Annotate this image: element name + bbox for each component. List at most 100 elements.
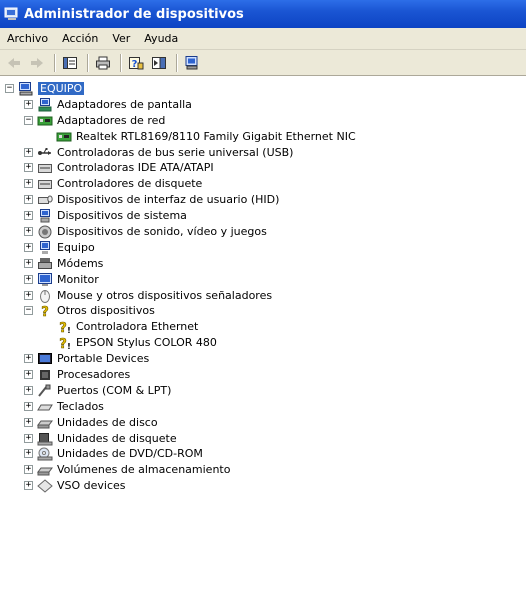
- expand-toggle[interactable]: +: [24, 227, 33, 237]
- tree-item-controladores-de-disquete[interactable]: + Controladores de disquete: [0, 176, 526, 192]
- back-icon: [6, 55, 22, 71]
- expand-toggle[interactable]: +: [24, 417, 33, 427]
- collapse-toggle[interactable]: −: [24, 306, 33, 316]
- tree-item-mouse-y-otros-dispositivos-senaladores[interactable]: + Mouse y otros dispositivos señaladores: [0, 288, 526, 304]
- tree-item-unidades-de-dvd-cd-rom[interactable]: + Unidades de DVD/CD-ROM: [0, 446, 526, 462]
- toolbar-separator: [120, 53, 122, 72]
- tree-item-epson-stylus-color-480[interactable]: ?! EPSON Stylus COLOR 480: [0, 335, 526, 351]
- tree-item-label: EPSON Stylus COLOR 480: [76, 336, 217, 350]
- tree-item-label: Portable Devices: [57, 352, 150, 366]
- cdrom-icon: [37, 447, 53, 461]
- expand-toggle[interactable]: +: [24, 147, 33, 157]
- tree-item-procesadores[interactable]: + Procesadores: [0, 367, 526, 383]
- svg-text:?: ?: [59, 337, 67, 350]
- tree-item-adaptadores-de-red[interactable]: − Adaptadores de red: [0, 113, 526, 129]
- hid-icon: [37, 193, 53, 207]
- warning-unknown-icon: ?!: [56, 320, 72, 334]
- expand-toggle[interactable]: +: [24, 99, 33, 109]
- computer-small-icon: [37, 240, 53, 255]
- device-tree[interactable]: − EQUIPO + Adaptadores de pantalla − Adaptado…: [0, 76, 526, 494]
- svg-text:?: ?: [41, 305, 49, 318]
- expand-toggle[interactable]: +: [24, 211, 33, 221]
- tree-item-controladora-ethernet[interactable]: ?! Controladora Ethernet: [0, 319, 526, 335]
- device-manager-icon: [4, 7, 18, 20]
- menu-ver[interactable]: Ver: [105, 32, 137, 45]
- svg-text:!: !: [67, 342, 71, 350]
- floppy-controller-icon: [37, 177, 53, 191]
- scan-hardware-icon: [184, 55, 200, 71]
- expand-toggle[interactable]: +: [24, 290, 33, 300]
- port-icon: [37, 384, 53, 398]
- tree-item-portable-devices[interactable]: + Portable Devices: [0, 351, 526, 367]
- tree-item-controladoras-de-bus-serie-universal-usb[interactable]: + Controladoras de bus serie universal (U…: [0, 145, 526, 161]
- svg-text:?: ?: [132, 59, 138, 70]
- tree-item-label: Módems: [57, 256, 104, 270]
- tree-item-volumenes-de-almacenamiento[interactable]: + Volúmenes de almacenamiento: [0, 462, 526, 478]
- title-bar[interactable]: Administrador de dispositivos: [0, 0, 526, 28]
- view-icon: [151, 55, 167, 71]
- tree-item-label: Controladora Ethernet: [76, 320, 199, 334]
- view-button[interactable]: [149, 53, 169, 73]
- tree-item-dispositivos-de-interfaz-de-usuario-hid[interactable]: + Dispositivos de interfaz de usuario (HI…: [0, 192, 526, 208]
- tree-item-adaptadores-de-pantalla[interactable]: + Adaptadores de pantalla: [0, 97, 526, 113]
- tree-item-otros-dispositivos[interactable]: −? Otros dispositivos: [0, 303, 526, 319]
- properties-button[interactable]: [60, 53, 80, 73]
- warning-unknown-icon: ?!: [56, 336, 72, 350]
- portable-device-icon: [37, 352, 53, 366]
- svg-text:?: ?: [59, 321, 67, 334]
- menu-accion[interactable]: Acción: [55, 32, 105, 45]
- tree-item-label: Teclados: [57, 399, 104, 413]
- back-button[interactable]: [4, 53, 24, 73]
- collapse-toggle[interactable]: −: [5, 84, 14, 93]
- tree-item-modems[interactable]: + Módems: [0, 256, 526, 272]
- menu-ayuda[interactable]: Ayuda: [137, 32, 185, 45]
- menu-bar: Archivo Acción Ver Ayuda: [0, 28, 526, 50]
- forward-button[interactable]: [27, 53, 47, 73]
- tree-item-label: Volúmenes de almacenamiento: [57, 463, 231, 477]
- tree-item-unidades-de-disco[interactable]: + Unidades de disco: [0, 415, 526, 431]
- keyboard-icon: [37, 400, 53, 414]
- tree-item-label: Controladoras IDE ATA/ATAPI: [57, 161, 214, 175]
- tree-item-dispositivos-de-sonido-video-y-juegos[interactable]: + Dispositivos de sonido, vídeo y juegos: [0, 224, 526, 240]
- tree-item-label: Monitor: [57, 272, 99, 286]
- print-button[interactable]: [93, 53, 113, 73]
- expand-toggle[interactable]: +: [24, 195, 33, 205]
- expand-toggle[interactable]: +: [24, 163, 33, 173]
- processor-icon: [37, 368, 53, 382]
- expand-toggle[interactable]: +: [24, 242, 33, 252]
- tree-item-dispositivos-de-sistema[interactable]: + Dispositivos de sistema: [0, 208, 526, 224]
- expand-toggle[interactable]: +: [24, 179, 33, 189]
- tree-item-teclados[interactable]: + Teclados: [0, 399, 526, 415]
- tree-item-puertos-com-lpt[interactable]: + Puertos (COM & LPT): [0, 383, 526, 399]
- expand-toggle[interactable]: +: [24, 258, 33, 268]
- mouse-icon: [37, 289, 53, 303]
- expand-toggle[interactable]: +: [24, 274, 33, 284]
- expand-toggle[interactable]: +: [24, 433, 33, 443]
- expand-toggle[interactable]: +: [24, 385, 33, 395]
- expand-toggle[interactable]: +: [24, 370, 33, 380]
- expand-toggle[interactable]: +: [24, 354, 33, 364]
- expand-toggle[interactable]: +: [24, 401, 33, 411]
- tree-item-monitor[interactable]: + Monitor: [0, 272, 526, 288]
- tree-item-unidades-de-disquete[interactable]: + Unidades de disquete: [0, 431, 526, 447]
- tree-item-realtek-rtl8169-8110-family-gigabit-ethernet-nic[interactable]: Realtek RTL8169/8110 Family Gigabit Ethe…: [0, 129, 526, 145]
- tree-root[interactable]: − EQUIPO: [0, 81, 526, 97]
- help-button[interactable]: ?: [126, 53, 146, 73]
- tree-item-equipo[interactable]: + Equipo: [0, 240, 526, 256]
- scan-hardware-button[interactable]: [182, 53, 202, 73]
- collapse-toggle[interactable]: −: [24, 115, 33, 125]
- tree-item-label: Unidades de disquete: [57, 431, 177, 445]
- tree-item-vso-devices[interactable]: + VSO devices: [0, 478, 526, 494]
- display-adapter-icon: [37, 97, 53, 112]
- expand-toggle[interactable]: +: [24, 465, 33, 475]
- expand-toggle[interactable]: +: [24, 449, 33, 459]
- forward-icon: [29, 55, 45, 71]
- storage-volume-icon: [37, 463, 53, 477]
- tree-item-controladoras-ide-ata-atapi[interactable]: + Controladoras IDE ATA/ATAPI: [0, 160, 526, 176]
- network-adapter-icon: [37, 114, 53, 128]
- tree-item-label: Controladoras de bus serie universal (US…: [57, 145, 294, 159]
- expand-toggle[interactable]: +: [24, 481, 33, 491]
- floppy-drive-icon: [37, 432, 53, 446]
- menu-archivo[interactable]: Archivo: [0, 32, 55, 45]
- tree-item-label: Mouse y otros dispositivos señaladores: [57, 288, 273, 302]
